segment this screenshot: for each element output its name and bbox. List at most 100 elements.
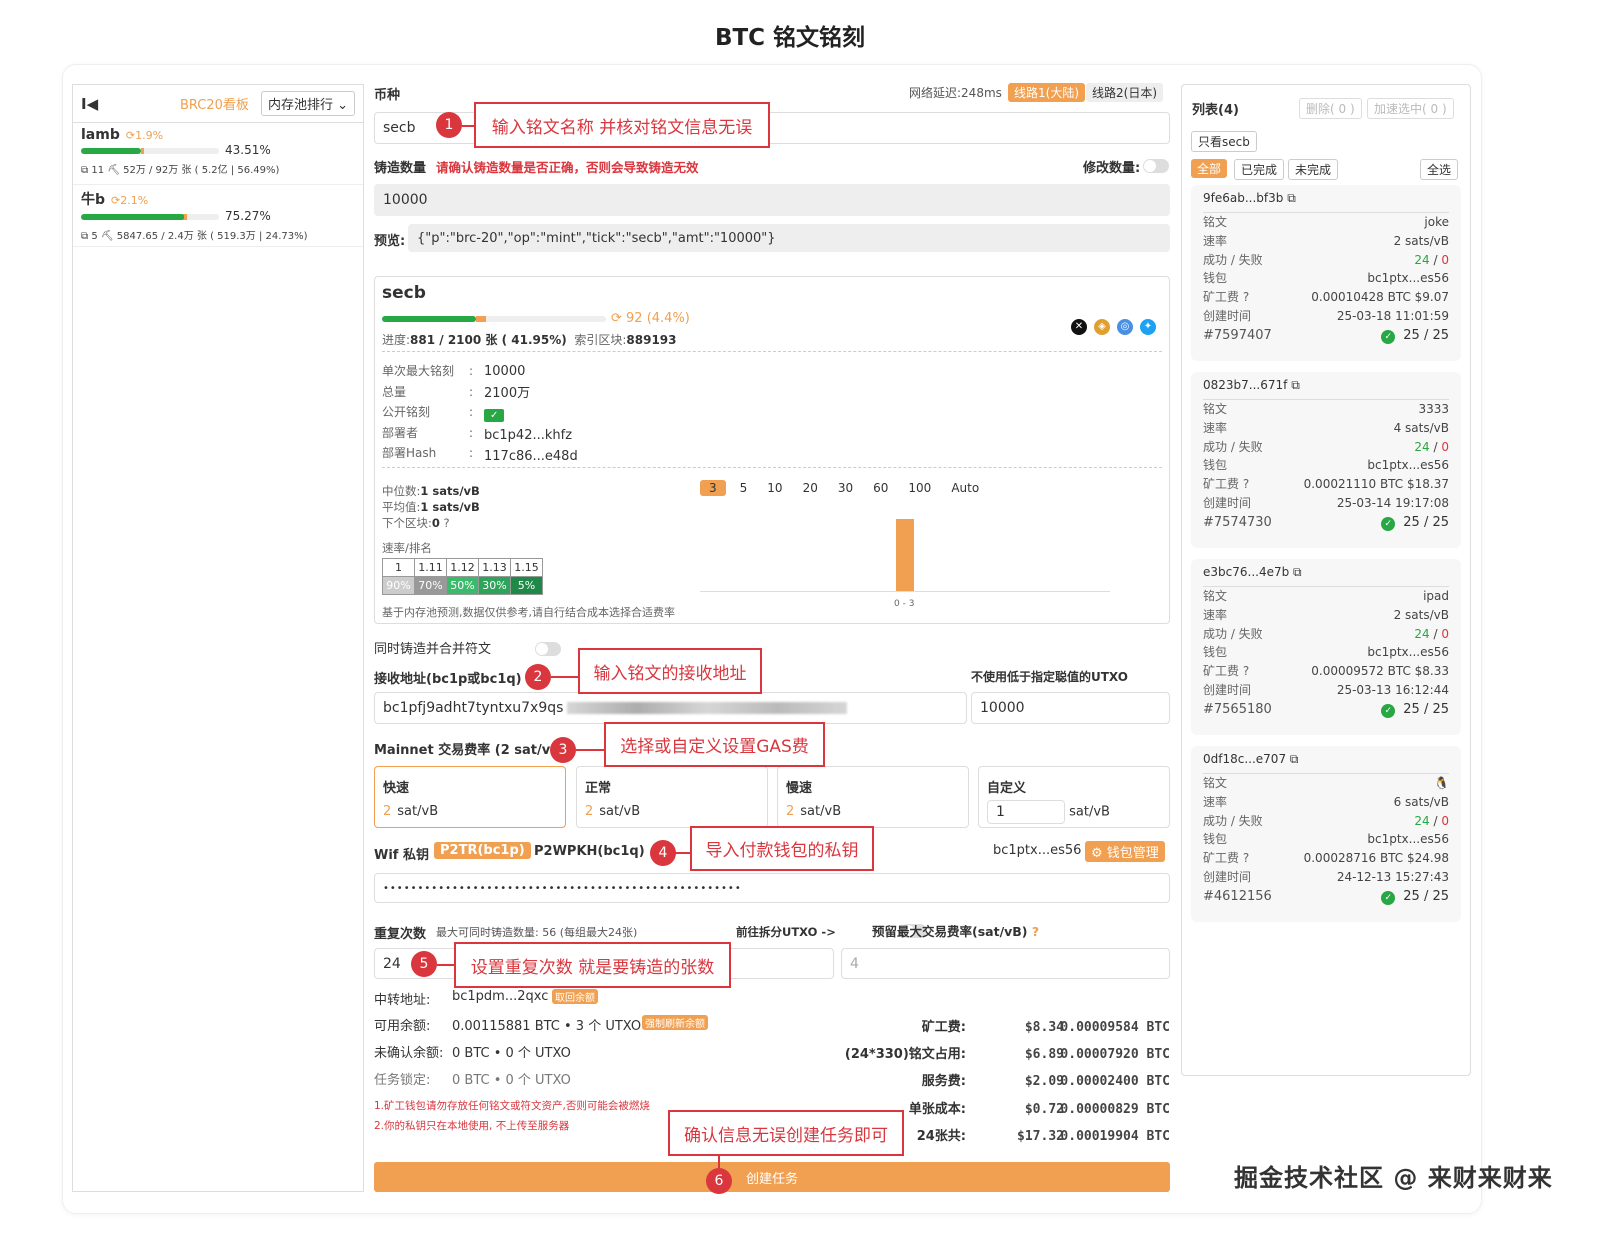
mint-amount-input[interactable]: 10000 (374, 184, 1170, 216)
help-icon: ? (1242, 664, 1250, 679)
mint-amount-label: 铸造数量 (374, 161, 427, 176)
fee-label: Mainnet 交易费率 (2 sat/vB) (374, 743, 567, 758)
task-hash[interactable]: 9fe6ab...bf3b ⧉ (1203, 191, 1449, 213)
segment-30[interactable]: 30 (832, 480, 859, 496)
segment-auto[interactable]: Auto (945, 480, 985, 496)
filter-all[interactable]: 全部 (1191, 159, 1228, 178)
token-name: secb (382, 283, 426, 303)
only-secb-filter[interactable]: 只看secb (1191, 131, 1257, 152)
task-list-title: 列表(4) (1192, 103, 1239, 118)
coin-stats: ⧉ 11 ⛏ 52万 / 92万 张 ( 5.2亿 | 56.49%) (81, 165, 280, 176)
task-hash[interactable]: 0df18c...e707 ⧉ (1203, 752, 1449, 774)
preview-value: {"p":"brc-20","op":"mint","tick":"secb",… (408, 224, 1170, 252)
merge-label: 同时铸造并合并符文 (374, 642, 492, 657)
task-card[interactable]: e3bc76...4e7b ⧉ 铭文 ipad 速率 2 sats/vB 成功 / … (1191, 559, 1461, 735)
wallet-address: bc1ptx...es56 (993, 843, 1082, 858)
segment-60[interactable]: 60 (867, 480, 894, 496)
external-link-icon[interactable]: ⧉ (1293, 565, 1302, 579)
custom-fee-input[interactable]: 1 (987, 800, 1065, 824)
modify-qty-label: 修改数量: (1083, 161, 1141, 176)
filter-completed[interactable]: 已完成 (1234, 159, 1285, 180)
twitter-icon[interactable]: ✦ (1140, 319, 1156, 335)
route1-button[interactable]: 线路1(大陆) (1008, 83, 1085, 102)
segment-5[interactable]: 5 (734, 480, 754, 496)
relay-value: bc1pdm...2qxc (452, 989, 549, 1004)
p2wpkh-tab[interactable]: P2WPKH(bc1q) (534, 844, 645, 859)
token-progress-bar (382, 316, 606, 322)
details-values: 10000 2100万 ✓ bc1p42...khfz 117c86...e48… (484, 364, 578, 464)
merge-toggle[interactable] (535, 641, 562, 656)
token-progress-text: 进度:881 / 2100 张 ( 41.95%) 索引区块:889193 (382, 333, 677, 347)
chevron-down-icon: ⌄ (337, 98, 348, 113)
chart-axis (700, 591, 1110, 592)
coin-item[interactable]: lamb ⟳1.9% 43.51% ⧉ 11 ⛏ 52万 / 92万 张 ( 5.… (73, 123, 363, 185)
network-latency: 网络延迟:248ms (909, 86, 1002, 100)
sort-select-value: 内存池排行 (267, 98, 333, 113)
delete-button[interactable]: 删除( 0 ) (1299, 98, 1362, 119)
check-circle-icon: ✓ (1381, 703, 1396, 718)
task-card[interactable]: 9fe6ab...bf3b ⧉ 铭文 joke 速率 2 sats/vB 成功 / … (1191, 185, 1461, 361)
refresh-balance-button[interactable]: 强制刷新余额 (642, 1015, 708, 1030)
inscription-icon: 🐧 (1434, 776, 1449, 790)
external-link-icon[interactable]: ⧉ (1290, 752, 1299, 766)
repeat-label: 重复次数 (374, 927, 427, 942)
balance-label: 可用余额: (374, 1019, 431, 1034)
split-utxo-link[interactable]: 前往拆分UTXO -> (736, 924, 836, 940)
annotation-6: 确认信息无误创建任务即可 (668, 1110, 904, 1156)
filter-incomplete[interactable]: 未完成 (1288, 159, 1339, 180)
annotation-5: 设置重复次数 就是要铸造的张数 (454, 942, 731, 988)
x-icon[interactable]: ✕ (1071, 319, 1087, 335)
task-hash[interactable]: 0823b7...671f ⧉ (1203, 378, 1449, 400)
annotation-6-badge: 6 (706, 1168, 732, 1194)
segment-20[interactable]: 20 (797, 480, 824, 496)
annotation-4-badge: 4 (650, 840, 676, 866)
check-icon: ✓ (484, 409, 505, 422)
withdraw-button[interactable]: 取回余额 (552, 989, 598, 1004)
speed-up-button[interactable]: 加速选中( 0 ) (1367, 98, 1454, 119)
explorer-icon[interactable]: ◈ (1094, 319, 1110, 335)
warning-2: 2.你的私钥只在本地使用, 不上传至服务器 (374, 1120, 570, 1132)
browser-icon[interactable]: ◎ (1117, 319, 1133, 335)
route2-button[interactable]: 线路2(日本) (1086, 83, 1163, 102)
coin-label: 币种 (374, 88, 401, 103)
task-card[interactable]: 0df18c...e707 ⧉ 铭文 🐧 速率 6 sats/vB 成功 / 失败 2… (1191, 746, 1461, 922)
external-link-icon[interactable]: ⧉ (1287, 191, 1296, 205)
unconfirmed-label: 未确认余额: (374, 1046, 444, 1061)
segment-3[interactable]: 3 (700, 480, 726, 496)
wif-input[interactable]: ••••••••••••••••••••••••••••••••••••••••… (374, 873, 1170, 903)
annotation-3-badge: 3 (550, 737, 576, 763)
segment-100[interactable]: 100 (902, 480, 937, 496)
coin-item[interactable]: 牛b ⟳2.1% 75.27% ⧉ 5 ⛏ 5847.65 / 2.4万 张 ( … (73, 185, 363, 247)
summary-usd: $8.34 $6.89 $2.09 $0.72 $17.32 (1017, 1020, 1064, 1144)
fee-slow[interactable]: 慢速 2 sat/vB (777, 766, 969, 828)
task-card[interactable]: 0823b7...671f ⧉ 铭文 3333 速率 4 sats/vB 成功 / … (1191, 372, 1461, 548)
annotation-2: 输入铭文的接收地址 (578, 648, 762, 694)
fee-normal[interactable]: 正常 2 sat/vB (576, 766, 768, 828)
wallet-mgmt-button[interactable]: ⚙ 钱包管理 (1085, 841, 1165, 862)
select-all-button[interactable]: 全选 (1420, 159, 1459, 180)
reserve-fee-input[interactable]: 4 (841, 948, 1170, 979)
task-hash[interactable]: e3bc76...4e7b ⧉ (1203, 565, 1449, 587)
help-icon: ? (1242, 477, 1250, 492)
annotation-3: 选择或自定义设置GAS费 (604, 722, 825, 767)
preview-label: 预览: (374, 234, 406, 249)
help-icon: ? (1242, 290, 1250, 305)
p2tr-tab[interactable]: P2TR(bc1p) (434, 842, 531, 859)
recv-input[interactable]: bc1pfj9adht7tyntxu7x9qs (374, 692, 967, 724)
utxo-min-input[interactable]: 10000 (971, 692, 1170, 724)
sort-select[interactable]: 内存池排行 ⌄ (260, 91, 355, 116)
brc20-board-link[interactable]: BRC20看板 (180, 94, 249, 113)
create-task-button[interactable]: 创建任务 (374, 1162, 1170, 1192)
social-links: ✕ ◈ ◎ ✦ (1071, 319, 1156, 335)
external-link-icon[interactable]: ⧉ (1291, 378, 1300, 392)
modify-qty-toggle[interactable] (1143, 158, 1169, 173)
coin-progress-pct: 75.27% (225, 209, 271, 223)
fee-fast[interactable]: 快速 2 sat/vB (374, 766, 566, 828)
check-circle-icon: ✓ (1381, 516, 1396, 531)
page-title: BTC 铭文铭刻 (714, 25, 866, 51)
segment-10[interactable]: 10 (761, 480, 788, 496)
watermark: 掘金技术社区 @ 来财来财来 (1234, 1164, 1553, 1192)
collapse-icon[interactable]: I◀ (81, 95, 101, 113)
left-panel-header: I◀ BRC20看板 内存池排行 ⌄ (73, 85, 363, 123)
coin-name: 牛b (81, 192, 106, 208)
